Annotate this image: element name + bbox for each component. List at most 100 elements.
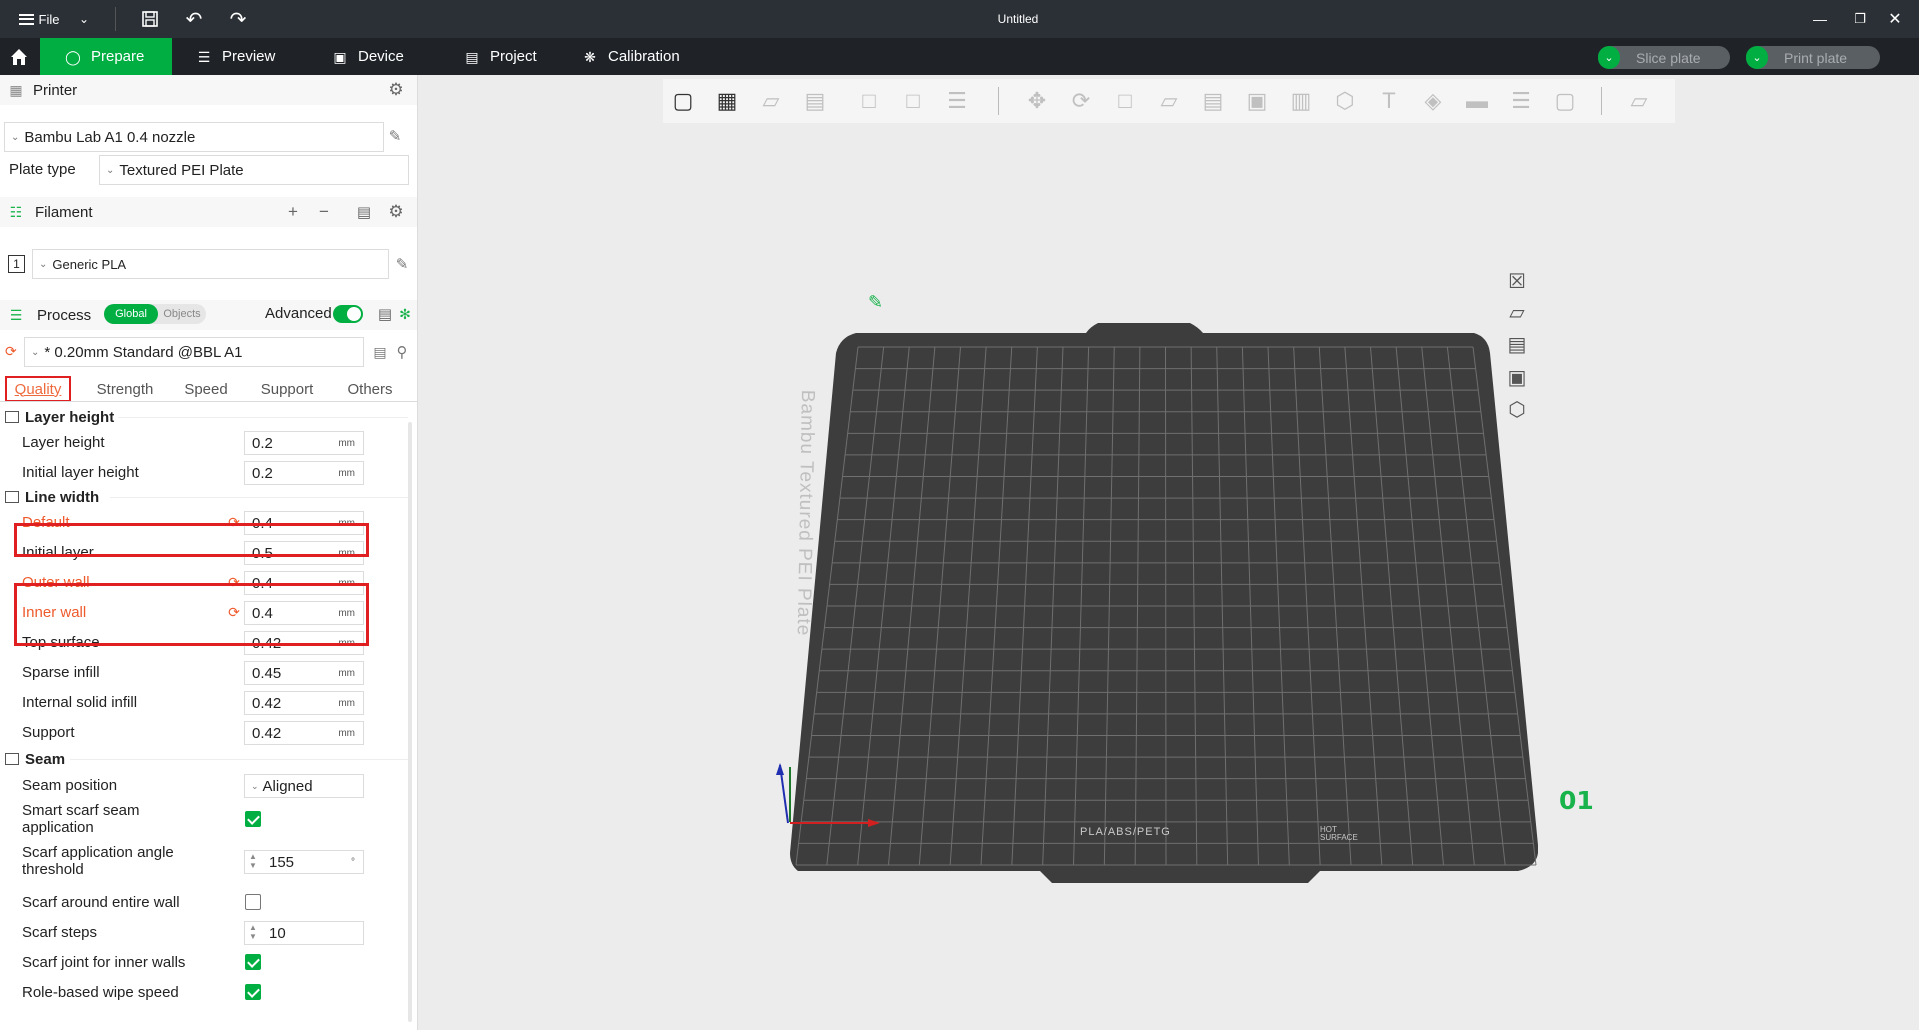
- search-icon[interactable]: ⚲: [394, 344, 410, 361]
- save-preset-icon[interactable]: ▤: [372, 344, 388, 360]
- chevron-down-icon[interactable]: ⌄: [1598, 46, 1620, 69]
- option-value: 10: [269, 925, 286, 942]
- tab-project[interactable]: ▤ Project: [438, 38, 568, 75]
- option-label: Sparse infill: [22, 664, 100, 681]
- close-icon[interactable]: ☒: [1498, 268, 1536, 294]
- pencil-icon[interactable]: ✎: [868, 292, 883, 313]
- minimize-icon[interactable]: —: [1808, 0, 1832, 38]
- printer-select[interactable]: ⌄ Bambu Lab A1 0.4 nozzle: [4, 122, 384, 152]
- scarf-steps-input[interactable]: ▲ ▼ 10: [244, 921, 364, 945]
- redo-icon[interactable]: ↷: [226, 0, 250, 38]
- edit-icon[interactable]: ✎: [387, 128, 403, 145]
- line-width-group-title: Line width: [25, 488, 100, 506]
- project-icon: ▤: [465, 48, 479, 65]
- sidebar-scrollbar[interactable]: [408, 422, 412, 1022]
- scarf-inner-walls-checkbox[interactable]: [245, 954, 261, 970]
- line-width-icon: [5, 491, 19, 503]
- plate-surface-label: SURFACE: [1320, 833, 1358, 842]
- initial-layer-height-input[interactable]: 0.2 mm: [244, 461, 364, 485]
- tab-project-label: Project: [490, 48, 537, 65]
- internal-solid-infill-line-width-input[interactable]: 0.42 mm: [244, 691, 364, 715]
- objects-option[interactable]: Objects: [158, 304, 206, 324]
- tab-prepare[interactable]: ◯ Prepare: [40, 38, 172, 75]
- lock-icon[interactable]: ▣: [1498, 364, 1536, 390]
- edit-icon[interactable]: ✎: [394, 256, 410, 273]
- support-line-width-input[interactable]: 0.42 mm: [244, 721, 364, 745]
- layer-height-icon: [5, 411, 19, 423]
- option-value: 155: [269, 854, 295, 871]
- add-icon[interactable]: +: [282, 201, 304, 223]
- filament-select[interactable]: ⌄ Generic PLA: [32, 249, 389, 279]
- main-nav: ◯ Prepare ☰ Preview ▣ Device ▤ Project ❋…: [0, 38, 1919, 75]
- option-label: Scarf around entire wall: [22, 894, 180, 911]
- save-icon[interactable]: [138, 0, 162, 38]
- tab-quality[interactable]: Quality: [5, 376, 71, 402]
- global-objects-toggle[interactable]: Global Objects: [104, 304, 206, 324]
- tab-divider: [0, 401, 417, 402]
- plate-name-label: Bambu Textured PEI Plate: [792, 389, 818, 637]
- gear-icon[interactable]: ⚙: [385, 201, 407, 223]
- tab-preview[interactable]: ☰ Preview: [172, 38, 310, 75]
- reset-icon[interactable]: ⟳: [5, 343, 17, 360]
- restore-icon[interactable]: ❐: [1848, 0, 1872, 38]
- tab-others[interactable]: Others: [338, 376, 402, 402]
- auto-orient-icon[interactable]: ▱: [1498, 299, 1536, 325]
- scarf-angle-input[interactable]: ▲ ▼ 155 °: [244, 850, 364, 874]
- close-icon[interactable]: ✕: [1883, 0, 1907, 38]
- line-width-group: Line width: [0, 486, 417, 508]
- plate-number: 01: [1559, 786, 1594, 815]
- chevron-down-icon[interactable]: ⌄: [74, 0, 94, 38]
- compare-icon[interactable]: ▤: [374, 303, 396, 325]
- tab-speed[interactable]: Speed: [174, 376, 238, 402]
- tab-device-label: Device: [358, 48, 404, 65]
- settings-hexagon-icon[interactable]: ⬡: [1498, 396, 1536, 422]
- tab-device[interactable]: ▣ Device: [310, 38, 438, 75]
- slice-plate-button[interactable]: ⌄ Slice plate: [1598, 46, 1730, 69]
- tab-support[interactable]: Support: [250, 376, 324, 402]
- plate-filament-label: PLA/ABS/PETG: [1080, 826, 1171, 838]
- chevron-down-icon[interactable]: ⌄: [1746, 46, 1768, 69]
- layer-height-group: Layer height: [0, 406, 417, 428]
- tab-prepare-label: Prepare: [91, 48, 145, 65]
- build-plate[interactable]: [418, 75, 1919, 1030]
- option-smart-scarf: Smart scarf seam application: [0, 802, 417, 836]
- smart-scarf-checkbox[interactable]: [245, 811, 261, 827]
- spin-arrows-icon[interactable]: ▲ ▼: [249, 852, 257, 870]
- seam-position-select[interactable]: ⌄ Aligned: [244, 774, 364, 798]
- option-layer-height: Layer height 0.2 mm: [0, 430, 417, 456]
- gear-icon[interactable]: ⚙: [385, 79, 407, 101]
- arrange-icon[interactable]: ▤: [1498, 331, 1536, 357]
- tab-calibration[interactable]: ❋ Calibration: [568, 38, 718, 75]
- option-value: 0.42: [252, 725, 282, 742]
- role-wipe-speed-checkbox[interactable]: [245, 984, 261, 1000]
- unit-label: mm: [338, 698, 355, 709]
- wizard-icon[interactable]: ✻: [394, 303, 416, 325]
- option-value: Aligned: [262, 777, 313, 795]
- plate-type-select[interactable]: ⌄ Textured PEI Plate: [99, 155, 409, 185]
- option-label: Internal solid infill: [22, 694, 138, 711]
- seam-icon: [5, 753, 19, 765]
- layer-height-input[interactable]: 0.2 mm: [244, 431, 364, 455]
- print-plate-label: Print plate: [1784, 49, 1848, 66]
- spin-arrows-icon[interactable]: ▲ ▼: [249, 923, 257, 941]
- filament-icon: ☷: [9, 203, 23, 220]
- tab-strength[interactable]: Strength: [86, 376, 164, 402]
- sparse-infill-line-width-input[interactable]: 0.45 mm: [244, 661, 364, 685]
- option-internal-solid-infill-line-width: Internal solid infill 0.42 mm: [0, 690, 417, 716]
- home-button[interactable]: [0, 38, 40, 75]
- option-value: 0.45: [252, 665, 282, 682]
- print-plate-button[interactable]: ⌄ Print plate: [1746, 46, 1880, 69]
- filament-slot-badge: 1: [8, 255, 25, 273]
- option-label: Smart scarf seam application: [22, 802, 140, 836]
- scarf-entire-wall-checkbox[interactable]: [245, 894, 261, 910]
- filament-sync-icon[interactable]: ▤: [353, 201, 375, 223]
- title-bar: File ⌄ ↶ ↷ Untitled — ❐ ✕: [0, 0, 1919, 38]
- remove-icon[interactable]: −: [313, 201, 335, 223]
- global-option[interactable]: Global: [104, 304, 158, 324]
- undo-icon[interactable]: ↶: [182, 0, 206, 38]
- file-menu-button[interactable]: File: [10, 0, 68, 38]
- printer-icon: ▦: [9, 81, 23, 98]
- 3d-viewport[interactable]: ✎ ☒ ▱ ▤ ▣ ⬡: [418, 75, 1919, 1030]
- advanced-switch[interactable]: [333, 305, 363, 323]
- process-preset-select[interactable]: ⌄ * 0.20mm Standard @BBL A1: [24, 337, 364, 367]
